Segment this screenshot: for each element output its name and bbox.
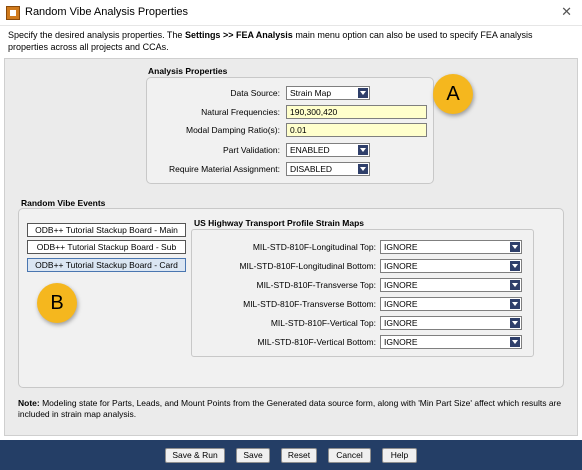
require-material-dropdown[interactable]: DISABLED <box>286 162 370 176</box>
callout-a-badge: A <box>433 74 473 114</box>
footer: Save & Run Save Reset Cancel Help <box>0 440 582 470</box>
event-item[interactable]: ODB++ Tutorial Stackup Board - Main <box>27 223 186 237</box>
app-icon <box>6 6 20 20</box>
callout-b-badge: B <box>37 283 77 323</box>
require-material-label: Require Material Assignment: <box>168 164 280 174</box>
note-text: Note: Modeling state for Parts, Leads, a… <box>18 398 562 419</box>
window-title: Random Vibe Analysis Properties <box>25 6 189 18</box>
strain-map-value: IGNORE <box>384 261 418 271</box>
description-text: Specify the desired analysis properties.… <box>8 30 533 52</box>
part-validation-dropdown[interactable]: ENABLED <box>286 143 370 157</box>
part-validation-label: Part Validation: <box>222 145 280 155</box>
chevron-down-icon <box>510 337 520 347</box>
chevron-down-icon <box>510 261 520 271</box>
require-material-value: DISABLED <box>290 164 333 174</box>
modal-damping-label: Modal Damping Ratio(s): <box>185 125 280 135</box>
chevron-down-icon <box>358 145 368 155</box>
strain-map-dropdown[interactable]: IGNORE <box>380 316 522 330</box>
strain-map-label: MIL-STD-810F-Longitudinal Bottom: <box>239 261 376 271</box>
strain-map-label: MIL-STD-810F-Vertical Bottom: <box>257 337 376 347</box>
help-button[interactable]: Help <box>382 448 417 463</box>
chevron-down-icon <box>358 164 368 174</box>
event-item-selected[interactable]: ODB++ Tutorial Stackup Board - Card <box>27 258 186 272</box>
strain-map-value: IGNORE <box>384 337 418 347</box>
natural-frequencies-label: Natural Frequencies: <box>201 107 280 117</box>
save-button[interactable]: Save <box>236 448 270 463</box>
strain-map-label: MIL-STD-810F-Vertical Top: <box>270 318 376 328</box>
chevron-down-icon <box>510 318 520 328</box>
strain-map-value: IGNORE <box>384 318 418 328</box>
modal-damping-input[interactable]: 0.01 <box>286 123 427 137</box>
strain-map-dropdown[interactable]: IGNORE <box>380 259 522 273</box>
strain-map-value: IGNORE <box>384 242 418 252</box>
strain-map-value: IGNORE <box>384 280 418 290</box>
random-vibe-events-title: Random Vibe Events <box>21 198 106 208</box>
strain-map-dropdown[interactable]: IGNORE <box>380 297 522 311</box>
strain-maps-title: US Highway Transport Profile Strain Maps <box>194 218 365 228</box>
strain-map-dropdown[interactable]: IGNORE <box>380 240 522 254</box>
chevron-down-icon <box>510 280 520 290</box>
strain-map-label: MIL-STD-810F-Transverse Bottom: <box>243 299 376 309</box>
strain-map-label: MIL-STD-810F-Longitudinal Top: <box>252 242 376 252</box>
data-source-value: Strain Map <box>290 88 332 98</box>
data-source-dropdown[interactable]: Strain Map <box>286 86 370 100</box>
reset-button[interactable]: Reset <box>281 448 317 463</box>
event-item[interactable]: ODB++ Tutorial Stackup Board - Sub <box>27 240 186 254</box>
title-bar: Random Vibe Analysis Properties ✕ <box>0 0 582 26</box>
analysis-properties-title: Analysis Properties <box>148 66 228 76</box>
chevron-down-icon <box>510 242 520 252</box>
natural-frequencies-input[interactable]: 190,300,420 <box>286 105 427 119</box>
part-validation-value: ENABLED <box>290 145 330 155</box>
strain-map-value: IGNORE <box>384 299 418 309</box>
cancel-button[interactable]: Cancel <box>328 448 371 463</box>
strain-map-dropdown[interactable]: IGNORE <box>380 278 522 292</box>
save-run-button[interactable]: Save & Run <box>165 448 225 463</box>
chevron-down-icon <box>510 299 520 309</box>
chevron-down-icon <box>358 88 368 98</box>
close-icon[interactable]: ✕ <box>561 4 572 20</box>
data-source-label: Data Source: <box>230 88 280 98</box>
strain-map-label: MIL-STD-810F-Transverse Top: <box>256 280 376 290</box>
strain-map-dropdown[interactable]: IGNORE <box>380 335 522 349</box>
